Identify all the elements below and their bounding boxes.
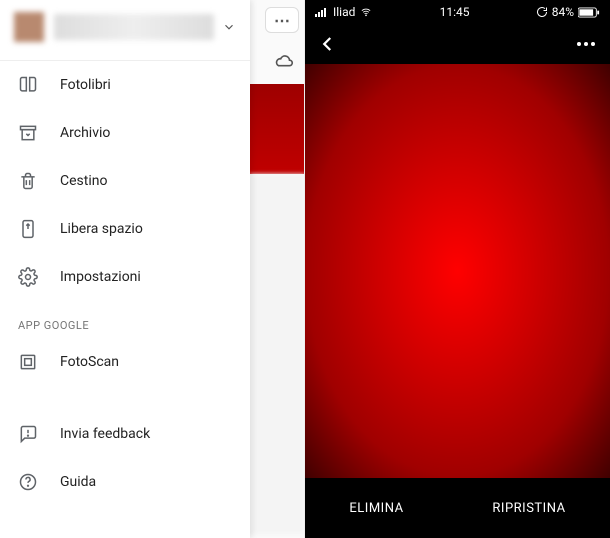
trash-photo-view: Iliad 11:45 84% ELIMINA RIPRISTINA (305, 0, 610, 538)
signal-icon (315, 7, 329, 17)
restore-button[interactable]: RIPRISTINA (482, 493, 575, 524)
menu-label: Invia feedback (60, 426, 150, 442)
wifi-icon (359, 7, 373, 17)
drawer-menu-google: FotoScan (0, 338, 250, 386)
menu-item-invia-feedback[interactable]: Invia feedback (0, 410, 250, 458)
drawer-menu: Fotolibri Archivio Cestino Libera spazio (0, 61, 250, 301)
photo-preview[interactable] (305, 64, 610, 478)
menu-item-fotolibri[interactable]: Fotolibri (0, 61, 250, 109)
sync-icon (536, 6, 548, 18)
trash-icon (18, 171, 38, 191)
avatar[interactable] (14, 12, 44, 42)
menu-label: Fotolibri (60, 77, 111, 93)
fotoscan-icon (18, 352, 38, 372)
google-photos-drawer-panel: Fotolibri Archivio Cestino Libera spazio (0, 0, 305, 538)
bottom-action-bar: ELIMINA RIPRISTINA (305, 478, 610, 538)
menu-label: FotoScan (60, 354, 119, 370)
menu-item-fotoscan[interactable]: FotoScan (0, 338, 250, 386)
cloud-icon[interactable] (273, 51, 295, 73)
back-button[interactable] (319, 35, 337, 53)
battery-icon (578, 7, 600, 18)
drawer-menu-footer: Invia feedback Guida (0, 410, 250, 506)
navigation-drawer: Fotolibri Archivio Cestino Libera spazio (0, 0, 250, 538)
help-icon (18, 472, 38, 492)
delete-button[interactable]: ELIMINA (339, 493, 413, 524)
book-icon (18, 75, 38, 95)
menu-item-impostazioni[interactable]: Impostazioni (0, 253, 250, 301)
carrier-label: Iliad (333, 5, 355, 19)
menu-label: Impostazioni (60, 269, 141, 285)
gear-icon (18, 267, 38, 287)
clock: 11:45 (440, 5, 470, 19)
menu-item-archivio[interactable]: Archivio (0, 109, 250, 157)
more-button[interactable]: ⋯ (265, 7, 299, 33)
menu-item-libera-spazio[interactable]: Libera spazio (0, 205, 250, 253)
free-space-icon (18, 219, 38, 239)
menu-label: Libera spazio (60, 221, 143, 237)
more-options-button[interactable] (576, 41, 596, 47)
menu-label: Archivio (60, 125, 110, 141)
status-bar: Iliad 11:45 84% (305, 0, 610, 24)
account-name (54, 14, 214, 40)
section-label-app-google: APP GOOGLE (0, 301, 250, 338)
menu-item-cestino[interactable]: Cestino (0, 157, 250, 205)
photo-top-nav (305, 24, 610, 64)
feedback-icon (18, 424, 38, 444)
archive-icon (18, 123, 38, 143)
battery-label: 84% (552, 5, 574, 19)
drawer-header[interactable] (0, 0, 250, 61)
background-content: ⋯ (250, 0, 305, 538)
menu-label: Cestino (60, 173, 107, 189)
menu-label: Guida (60, 474, 96, 490)
menu-item-guida[interactable]: Guida (0, 458, 250, 506)
chevron-down-icon[interactable] (222, 20, 236, 34)
